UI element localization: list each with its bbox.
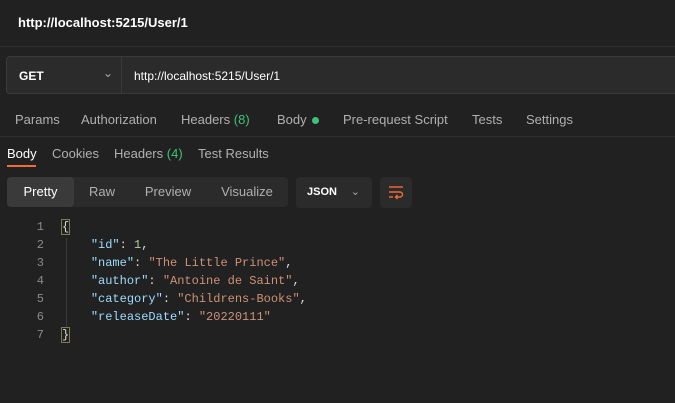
line-number: 7 bbox=[36, 328, 44, 342]
response-tab-test-results[interactable]: Test Results bbox=[198, 146, 269, 161]
tab-headers[interactable]: Headers (8) bbox=[181, 112, 250, 127]
json-key: "author" bbox=[90, 274, 149, 288]
active-tab-underline bbox=[7, 165, 36, 167]
code-line: 6 "releaseDate": "20220111" bbox=[0, 310, 675, 328]
wrap-lines-icon bbox=[389, 186, 404, 200]
code-text: "id": 1, bbox=[90, 238, 149, 252]
response-tabs: Body Cookies Headers (4) Test Results bbox=[0, 137, 675, 169]
format-select[interactable]: JSON ⌄ bbox=[296, 177, 372, 208]
line-number: 1 bbox=[36, 220, 44, 234]
json-key: "name" bbox=[90, 256, 135, 270]
json-value: "20220111" bbox=[198, 310, 271, 324]
body-indicator-dot-icon bbox=[311, 117, 319, 125]
json-value: "Childrens-Books" bbox=[177, 292, 300, 306]
response-tab-headers-label: Headers bbox=[114, 146, 164, 161]
tab-headers-label: Headers bbox=[181, 112, 231, 127]
tab-settings[interactable]: Settings bbox=[526, 112, 573, 127]
view-pretty-button[interactable]: Pretty bbox=[7, 177, 74, 207]
code-text: "releaseDate": "20220111" bbox=[90, 310, 271, 324]
line-number: 4 bbox=[36, 274, 44, 288]
code-text: "category": "Childrens-Books", bbox=[90, 292, 307, 306]
tab-authorization[interactable]: Authorization bbox=[81, 112, 157, 127]
method-select[interactable]: GET ⌄ bbox=[6, 56, 122, 94]
json-value: 1 bbox=[134, 238, 142, 252]
request-tabs: Params Authorization Headers (8) Body Pr… bbox=[0, 104, 675, 137]
format-label: JSON bbox=[307, 186, 337, 198]
open-brace: { bbox=[60, 219, 71, 235]
tab-body-label: Body bbox=[277, 112, 307, 127]
chevron-down-icon: ⌄ bbox=[350, 186, 360, 198]
code-line: 4 "author": "Antoine de Saint", bbox=[0, 274, 675, 292]
line-number: 2 bbox=[36, 238, 44, 252]
response-headers-count-badge: (4) bbox=[166, 146, 183, 161]
response-tab-headers[interactable]: Headers (4) bbox=[114, 146, 183, 161]
code-line: 3 "name": "The Little Prince", bbox=[0, 256, 675, 274]
json-key: "category" bbox=[90, 292, 163, 306]
code-line: 7} bbox=[0, 327, 675, 346]
tab-pre-request-script[interactable]: Pre-request Script bbox=[343, 112, 448, 127]
close-brace: } bbox=[60, 327, 71, 343]
view-preview-button[interactable]: Preview bbox=[130, 177, 206, 207]
json-value: "Antoine de Saint" bbox=[162, 274, 293, 288]
code-text: "author": "Antoine de Saint", bbox=[90, 274, 300, 288]
line-number: 5 bbox=[36, 292, 44, 306]
code-text: { bbox=[60, 219, 71, 235]
json-key: "id" bbox=[90, 238, 120, 252]
tab-tests[interactable]: Tests bbox=[472, 112, 502, 127]
request-title-bar: http://localhost:5215/User/1 bbox=[0, 0, 675, 47]
url-input[interactable]: http://localhost:5215/User/1 bbox=[122, 56, 675, 94]
url-text: http://localhost:5215/User/1 bbox=[134, 69, 281, 83]
line-number: 3 bbox=[36, 256, 44, 270]
line-number: 6 bbox=[36, 310, 44, 324]
code-text: } bbox=[60, 327, 71, 343]
chevron-down-icon: ⌄ bbox=[102, 66, 113, 80]
method-label: GET bbox=[19, 69, 44, 83]
view-visualize-button[interactable]: Visualize bbox=[206, 177, 288, 207]
code-line: 5 "category": "Childrens-Books", bbox=[0, 292, 675, 310]
headers-count-badge: (8) bbox=[233, 112, 250, 127]
view-mode-toggle: Pretty Raw Preview Visualize bbox=[7, 177, 288, 207]
wrap-lines-button[interactable] bbox=[380, 177, 412, 208]
code-line: 1{ bbox=[0, 219, 675, 238]
json-key: "releaseDate" bbox=[90, 310, 185, 324]
response-tab-cookies[interactable]: Cookies bbox=[52, 146, 99, 161]
request-url-bar: GET ⌄ http://localhost:5215/User/1 bbox=[6, 56, 675, 96]
response-tab-body[interactable]: Body bbox=[7, 146, 37, 161]
tab-body[interactable]: Body bbox=[277, 112, 319, 127]
code-line: 2 "id": 1, bbox=[0, 238, 675, 256]
code-text: "name": "The Little Prince", bbox=[90, 256, 293, 270]
tab-params[interactable]: Params bbox=[15, 112, 60, 127]
view-raw-button[interactable]: Raw bbox=[74, 177, 130, 207]
request-title[interactable]: http://localhost:5215/User/1 bbox=[18, 15, 188, 30]
json-value: "The Little Prince" bbox=[148, 256, 286, 270]
